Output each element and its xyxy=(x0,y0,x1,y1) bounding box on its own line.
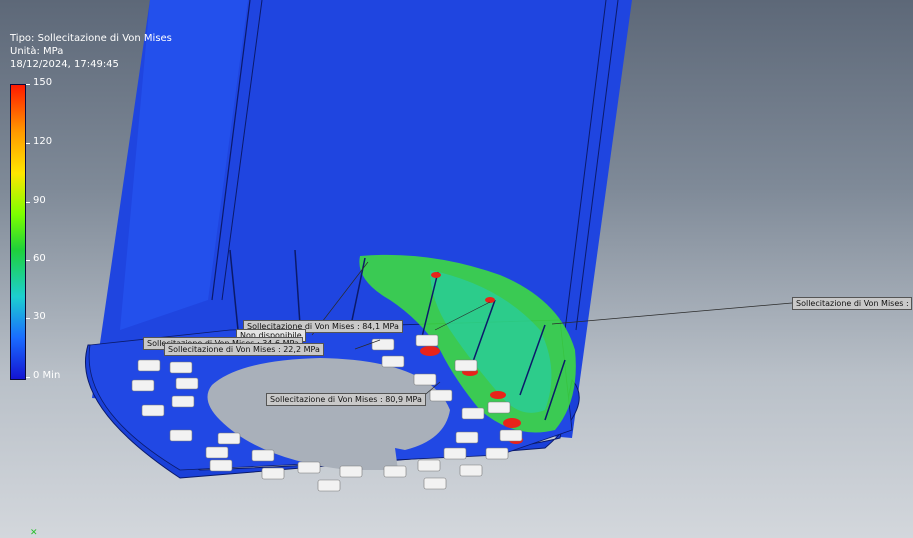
result-type: Tipo: Sollecitazione di Von Mises xyxy=(10,33,172,44)
scale-tick xyxy=(26,84,30,85)
scale-tick-label: 60 xyxy=(33,253,46,264)
scale-tick xyxy=(26,318,30,319)
fea-viewport[interactable] xyxy=(0,0,913,538)
probe-label[interactable]: Sollecitazione di Von Mises : 92 xyxy=(792,297,912,310)
scale-tick-label: 30 xyxy=(33,311,46,322)
scale-tick-label: 90 xyxy=(33,195,46,206)
axis-triad-icon: ✕ xyxy=(30,528,38,538)
probe-label[interactable]: Sollecitazione di Von Mises : 22,2 MPa xyxy=(164,343,324,356)
result-timestamp: 18/12/2024, 17:49:45 xyxy=(10,59,119,70)
probe-label[interactable]: Sollecitazione di Von Mises : 80,9 MPa xyxy=(266,393,426,406)
scale-min-label: 0 Min xyxy=(33,370,61,381)
result-unit: Unità: MPa xyxy=(10,46,64,57)
scale-tick-label: 120 xyxy=(33,136,53,147)
scale-tick xyxy=(26,143,30,144)
scale-tick xyxy=(26,260,30,261)
scale-max-label: 150 xyxy=(33,77,53,88)
scale-tick xyxy=(26,202,30,203)
result-info: Tipo: Sollecitazione di Von Mises Unità:… xyxy=(10,32,172,71)
color-scale-bar xyxy=(10,84,26,380)
scale-tick xyxy=(26,377,30,378)
